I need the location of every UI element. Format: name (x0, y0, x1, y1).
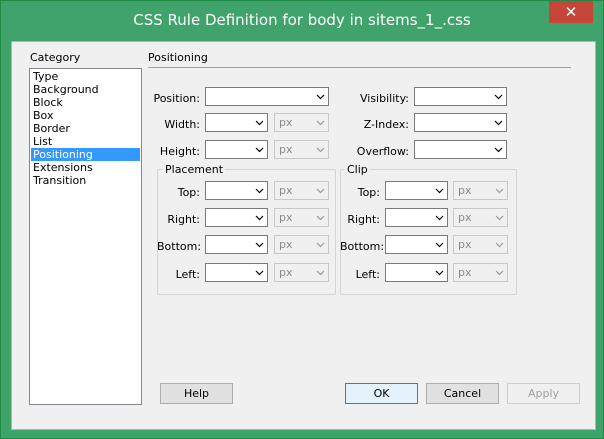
ok-button[interactable]: OK (345, 383, 418, 404)
dialog-body: Category Type Background Block Box Borde… (11, 41, 596, 430)
placement-top-unit-select: px (274, 181, 329, 200)
placement-left-label: Left: (175, 268, 200, 281)
chevron-down-icon (495, 270, 504, 276)
visibility-label: Visibility: (359, 92, 409, 105)
position-select[interactable] (205, 87, 329, 106)
chevron-down-icon (435, 215, 444, 221)
dialog-window: CSS Rule Definition for body in sitems_1… (0, 0, 604, 439)
category-item-type[interactable]: Type (31, 70, 140, 83)
clip-bottom-unit-value: px (458, 238, 472, 251)
panel-title: Positioning (148, 51, 208, 64)
clip-left-unit-select: px (453, 263, 508, 282)
chevron-down-icon (435, 188, 444, 194)
chevron-down-icon (255, 242, 264, 248)
clip-right-unit-value: px (458, 211, 472, 224)
clip-top-label: Top: (357, 186, 380, 199)
placement-right-select[interactable] (205, 208, 268, 227)
cancel-button[interactable]: Cancel (426, 383, 499, 404)
chevron-down-icon (255, 120, 264, 126)
clip-bottom-label: Bottom: (340, 240, 385, 253)
chevron-down-icon (316, 147, 325, 153)
category-item-transition[interactable]: Transition (31, 174, 140, 187)
category-item-block[interactable]: Block (31, 96, 140, 109)
panel-divider (148, 67, 571, 68)
chevron-down-icon (316, 120, 325, 126)
chevron-down-icon (316, 270, 325, 276)
chevron-down-icon (494, 120, 503, 126)
clip-bottom-select[interactable] (385, 235, 448, 254)
visibility-select[interactable] (414, 87, 507, 106)
position-label: Position: (153, 92, 200, 105)
placement-right-unit-select: px (274, 208, 329, 227)
category-item-box[interactable]: Box (31, 109, 140, 122)
width-unit-select: px (274, 113, 329, 132)
height-select[interactable] (205, 140, 268, 159)
category-list[interactable]: Type Background Block Box Border List Po… (29, 68, 142, 405)
placement-bottom-label: Bottom: (157, 240, 202, 253)
placement-bottom-select[interactable] (205, 235, 268, 254)
clip-group-label: Clip (345, 163, 370, 176)
chevron-down-icon (316, 188, 325, 194)
placement-group-label: Placement (163, 163, 226, 176)
apply-button: Apply (507, 383, 580, 404)
chevron-down-icon (316, 242, 325, 248)
clip-top-select[interactable] (385, 181, 448, 200)
category-item-background[interactable]: Background (31, 83, 140, 96)
overflow-select[interactable] (414, 140, 507, 159)
overflow-label: Overflow: (356, 145, 409, 158)
chevron-down-icon (494, 147, 503, 153)
chevron-down-icon (255, 215, 264, 221)
clip-right-label: Right: (347, 213, 380, 226)
clip-right-select[interactable] (385, 208, 448, 227)
category-item-positioning[interactable]: Positioning (31, 148, 140, 161)
chevron-down-icon (316, 215, 325, 221)
category-item-border[interactable]: Border (31, 122, 140, 135)
placement-right-label: Right: (167, 213, 200, 226)
placement-bottom-unit-select: px (274, 235, 329, 254)
clip-right-unit-select: px (453, 208, 508, 227)
window-title: CSS Rule Definition for body in sitems_1… (133, 11, 471, 29)
chevron-down-icon (255, 188, 264, 194)
chevron-down-icon (435, 270, 444, 276)
placement-left-select[interactable] (205, 263, 268, 282)
help-button[interactable]: Help (160, 383, 233, 404)
height-label: Height: (159, 145, 200, 158)
placement-left-unit-select: px (274, 263, 329, 282)
width-unit-value: px (279, 116, 293, 129)
category-item-extensions[interactable]: Extensions (31, 161, 140, 174)
zindex-select[interactable] (414, 113, 507, 132)
title-bar[interactable]: CSS Rule Definition for body in sitems_1… (1, 1, 603, 39)
placement-right-unit-value: px (279, 211, 293, 224)
height-unit-select: px (274, 140, 329, 159)
chevron-down-icon (255, 147, 264, 153)
placement-bottom-unit-value: px (279, 238, 293, 251)
clip-left-select[interactable] (385, 263, 448, 282)
chevron-down-icon (435, 242, 444, 248)
width-select[interactable] (205, 113, 268, 132)
clip-bottom-unit-select: px (453, 235, 508, 254)
chevron-down-icon (494, 94, 503, 100)
placement-top-select[interactable] (205, 181, 268, 200)
chevron-down-icon (255, 270, 264, 276)
category-item-list[interactable]: List (31, 135, 140, 148)
clip-top-unit-select: px (453, 181, 508, 200)
placement-top-label: Top: (177, 186, 200, 199)
height-unit-value: px (279, 143, 293, 156)
chevron-down-icon (316, 94, 325, 100)
chevron-down-icon (495, 215, 504, 221)
close-button[interactable]: ✕ (549, 1, 593, 23)
chevron-down-icon (495, 242, 504, 248)
category-label: Category (30, 51, 81, 64)
width-label: Width: (164, 118, 200, 131)
placement-top-unit-value: px (279, 184, 293, 197)
zindex-label: Z-Index: (363, 118, 409, 131)
placement-left-unit-value: px (279, 266, 293, 279)
chevron-down-icon (495, 188, 504, 194)
clip-left-label: Left: (355, 268, 380, 281)
clip-left-unit-value: px (458, 266, 472, 279)
clip-top-unit-value: px (458, 184, 472, 197)
